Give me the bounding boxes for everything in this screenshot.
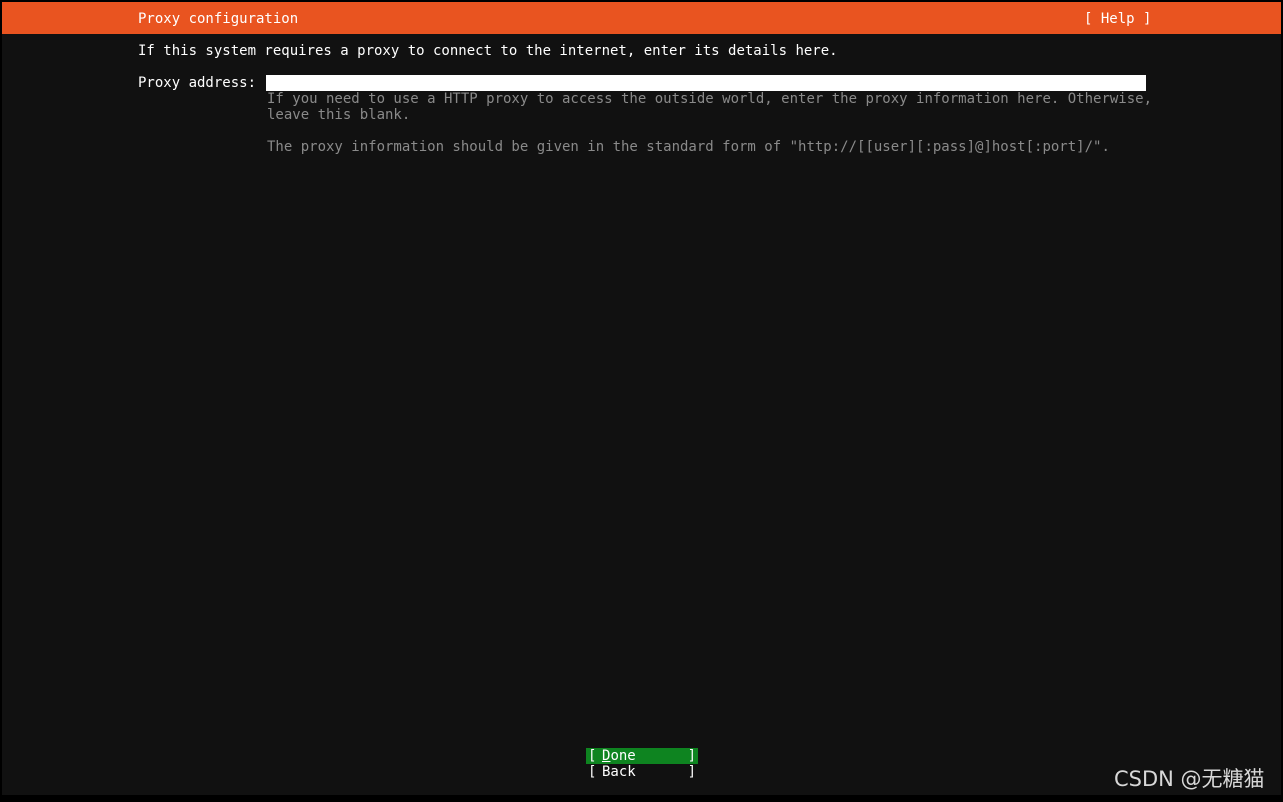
done-label: Done	[602, 748, 636, 764]
page-title: Proxy configuration	[138, 11, 299, 27]
intro-text: If this system requires a proxy to conne…	[138, 43, 838, 59]
proxy-format-hint: The proxy information should be given in…	[267, 139, 1110, 155]
back-button[interactable]: [ Back ]	[586, 764, 698, 780]
proxy-help-line-2: leave this blank.	[267, 107, 411, 123]
header-bar: Proxy configuration [ Help ]	[2, 2, 1281, 34]
done-label-rest: one	[610, 748, 636, 764]
proxy-address-label: Proxy address:	[138, 75, 257, 91]
proxy-address-input[interactable]	[266, 75, 1146, 91]
installer-screen: Proxy configuration [ Help ] If this sys…	[2, 2, 1281, 795]
done-button[interactable]: [ Done ]	[586, 748, 698, 764]
help-button[interactable]: [ Help ]	[1084, 11, 1151, 27]
done-bracket-open: [	[588, 748, 597, 764]
back-label: Back	[602, 764, 636, 780]
back-bracket-close: ]	[687, 764, 696, 780]
done-bracket-close: ]	[687, 748, 696, 764]
back-bracket-open: [	[588, 764, 597, 780]
watermark: CSDN @无糖猫	[1114, 767, 1265, 791]
proxy-help-line-1: If you need to use a HTTP proxy to acces…	[267, 91, 1153, 107]
